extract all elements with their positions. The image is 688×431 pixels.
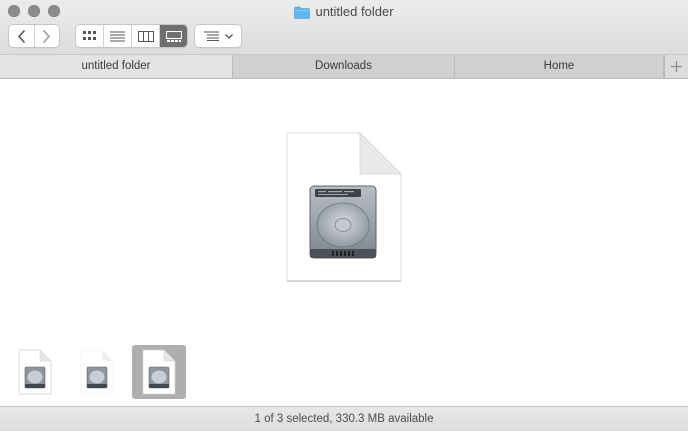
forward-button[interactable]: [35, 25, 60, 47]
chevron-down-icon: [224, 33, 233, 39]
disk-image-document-icon: [18, 349, 52, 395]
disk-image-document-icon[interactable]: [282, 131, 406, 285]
finder-window: untitled folder untitled folder Download…: [0, 0, 688, 431]
list-view-button[interactable]: [104, 25, 132, 47]
title-toolbar: untitled folder: [0, 0, 688, 55]
status-bar: 1 of 3 selected, 330.3 MB available: [0, 406, 688, 431]
disk-image-icon: [80, 349, 114, 395]
new-tab-button[interactable]: [664, 55, 688, 78]
plus-icon: [671, 61, 682, 72]
folder-icon: [294, 6, 311, 19]
column-view-button[interactable]: [132, 25, 160, 47]
list-lines-icon: [110, 30, 125, 42]
tab-bar: untitled folder Downloads Home: [0, 55, 688, 79]
gallery-view-button[interactable]: [160, 25, 187, 47]
window-title: untitled folder: [315, 4, 394, 19]
thumbnail-item[interactable]: [8, 345, 62, 399]
thumbnail-item[interactable]: [70, 345, 124, 399]
columns-icon: [137, 30, 154, 42]
navigation-buttons: [8, 24, 60, 48]
gallery-content: [0, 79, 688, 406]
arrange-button[interactable]: [195, 25, 241, 47]
icon-grid-icon: [82, 31, 96, 40]
chevron-right-icon: [43, 29, 51, 43]
tab-downloads[interactable]: Downloads: [233, 55, 455, 78]
tab-home[interactable]: Home: [455, 55, 664, 78]
arrange-icon: [203, 31, 219, 41]
arrange-menu-button[interactable]: [194, 24, 242, 48]
gallery-icon: [165, 30, 182, 42]
disk-image-document-icon: [142, 349, 176, 395]
back-button[interactable]: [9, 25, 35, 47]
tab-untitled-folder[interactable]: untitled folder: [0, 55, 233, 78]
thumbnail-item-selected[interactable]: [132, 345, 186, 399]
icon-view-button[interactable]: [76, 25, 104, 47]
view-mode-selector: [75, 24, 188, 48]
window-title-area: untitled folder: [0, 3, 688, 21]
chevron-left-icon: [17, 29, 25, 43]
